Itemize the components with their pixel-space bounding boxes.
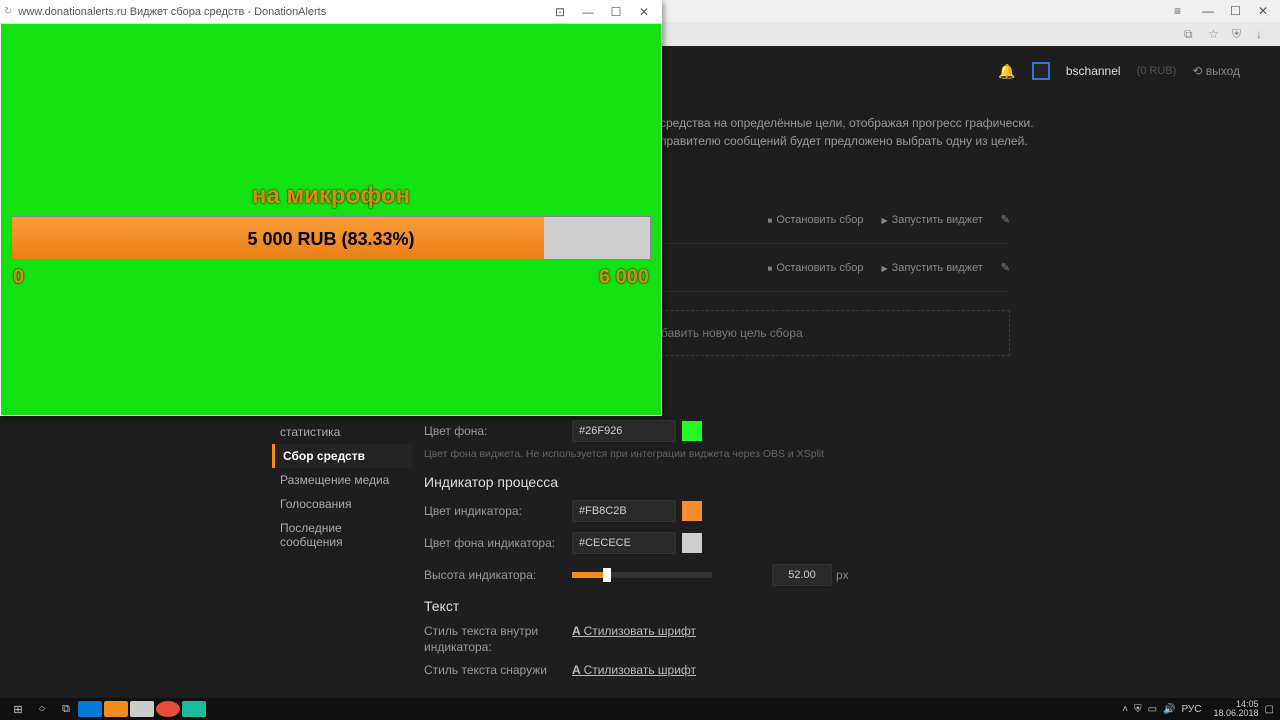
tray-volume-icon[interactable]: 🔊 (1163, 704, 1175, 715)
indicator-section-title: Индикатор процесса (424, 474, 1010, 490)
tray-clock[interactable]: 14:05 18.06.2018 (1214, 700, 1259, 718)
search-icon[interactable]: ○ (30, 700, 54, 718)
sidebar-item-polls[interactable]: Голосования (272, 492, 412, 516)
taskbar-app[interactable] (104, 701, 128, 717)
popup-maximize-icon[interactable]: ☐ (602, 5, 630, 19)
widget-scale: 0 6 000 (13, 266, 649, 289)
taskbar-app[interactable] (130, 701, 154, 717)
ind-bg-label: Цвет фона индикатора: (424, 536, 572, 550)
sidebar-item-media[interactable]: Размещение медиа (272, 468, 412, 492)
os-minimize-icon[interactable]: — (1202, 4, 1216, 18)
settings-form: Цвет фона: Цвет фона виджета. Не использ… (424, 420, 1010, 687)
ind-color-swatch[interactable] (682, 501, 702, 521)
widget-progress-label: 5 000 RUB (83.33%) (12, 217, 650, 261)
stop-goal-link[interactable]: Остановить сбор (767, 262, 863, 274)
popup-titlebar: ↻ www.donationalerts.ru Виджет сбора сре… (0, 0, 662, 24)
ext-shield-icon[interactable]: ⛨ (1232, 27, 1246, 41)
tray-network-icon[interactable]: ▭ (1148, 704, 1157, 715)
ind-height-value[interactable] (772, 564, 832, 586)
text-section-title: Текст (424, 598, 1010, 614)
ind-height-slider[interactable] (572, 572, 712, 578)
popup-title-text: www.donationalerts.ru Виджет сбора средс… (18, 6, 546, 18)
text-inside-label: Стиль текста внутри индикатора: (424, 624, 572, 655)
ext-download-icon[interactable]: ↓ (1256, 27, 1270, 41)
run-widget-link[interactable]: Запустить виджет (881, 214, 982, 226)
tray-chevron-up-icon[interactable]: ˄ (1122, 704, 1128, 715)
text-outside-label: Стиль текста снаружи (424, 663, 572, 679)
start-button[interactable]: ⊞ (6, 700, 30, 718)
widget-scale-min: 0 (13, 266, 24, 289)
ext-star-icon[interactable]: ☆ (1208, 27, 1222, 41)
os-taskbar: ⊞ ○ ⧉ ˄ ⛨ ▭ 🔊 РУС 14:05 18.06.2018 ▢ (0, 698, 1280, 720)
widget-scale-max: 6 000 (599, 266, 649, 289)
widget-goal-title: на микрофон (1, 182, 661, 210)
ind-bg-swatch[interactable] (682, 533, 702, 553)
tray-shield-icon[interactable]: ⛨ (1134, 704, 1142, 715)
bg-color-input[interactable] (572, 420, 676, 442)
bg-color-swatch[interactable] (682, 421, 702, 441)
donation-widget-preview: на микрофон 5 000 RUB (83.33%) 0 6 000 (1, 24, 661, 415)
tray-lang[interactable]: РУС (1181, 704, 1201, 715)
bell-icon[interactable]: 🔔 (998, 63, 1015, 80)
ext-bookmark-icon[interactable]: ⧉ (1184, 27, 1198, 41)
description-text: средства на определённые цели, отображая… (660, 114, 1240, 150)
sidebar-item-fundraising[interactable]: Сбор средств (272, 444, 412, 468)
ind-bg-input[interactable] (572, 532, 676, 554)
ind-height-label: Высота индикатора: (424, 568, 572, 582)
style-font-link[interactable]: Стилизовать шрифт (572, 663, 696, 679)
avatar[interactable] (1032, 62, 1050, 80)
ind-height-unit: px (836, 568, 849, 582)
bg-color-label: Цвет фона: (424, 424, 572, 438)
popup-lock-icon: ⊡ (546, 5, 574, 19)
sidebar-item-stats[interactable]: статистика (272, 420, 412, 444)
run-widget-link[interactable]: Запустить виджет (881, 262, 982, 274)
os-close-icon[interactable]: ✕ (1258, 4, 1272, 18)
ind-color-input[interactable] (572, 500, 676, 522)
system-tray: ˄ ⛨ ▭ 🔊 РУС 14:05 18.06.2018 ▢ (1122, 700, 1274, 718)
sidebar-nav: статистика Сбор средств Размещение медиа… (272, 420, 412, 554)
reload-icon[interactable]: ↻ (4, 6, 12, 17)
taskbar-app[interactable] (156, 701, 180, 717)
taskview-icon[interactable]: ⧉ (54, 700, 78, 718)
taskbar-app[interactable] (182, 701, 206, 717)
os-maximize-icon[interactable]: ☐ (1230, 4, 1244, 18)
ind-color-label: Цвет индикатора: (424, 504, 572, 518)
widget-progress-bar: 5 000 RUB (83.33%) (11, 216, 651, 260)
balance-badge: (0 RUB) (1137, 65, 1177, 77)
os-menu-icon[interactable]: ≡ (1174, 4, 1188, 18)
username: bschannel (1066, 64, 1121, 78)
tray-notifications-icon[interactable]: ▢ (1265, 704, 1274, 715)
style-font-link[interactable]: Стилизовать шрифт (572, 624, 696, 655)
stop-goal-link[interactable]: Остановить сбор (767, 214, 863, 226)
taskbar-app[interactable] (78, 701, 102, 717)
widget-popup-window: ↻ www.donationalerts.ru Виджет сбора сре… (0, 0, 662, 416)
edit-goal-icon[interactable]: ✎ (1001, 213, 1010, 226)
logout-link[interactable]: ⟲ выход (1192, 64, 1240, 78)
bg-color-hint: Цвет фона виджета. Не используется при и… (424, 448, 1010, 460)
popup-close-icon[interactable]: ✕ (630, 5, 658, 19)
sidebar-item-messages[interactable]: Последние сообщения (272, 516, 412, 554)
edit-goal-icon[interactable]: ✎ (1001, 261, 1010, 274)
popup-minimize-icon[interactable]: — (574, 5, 602, 19)
